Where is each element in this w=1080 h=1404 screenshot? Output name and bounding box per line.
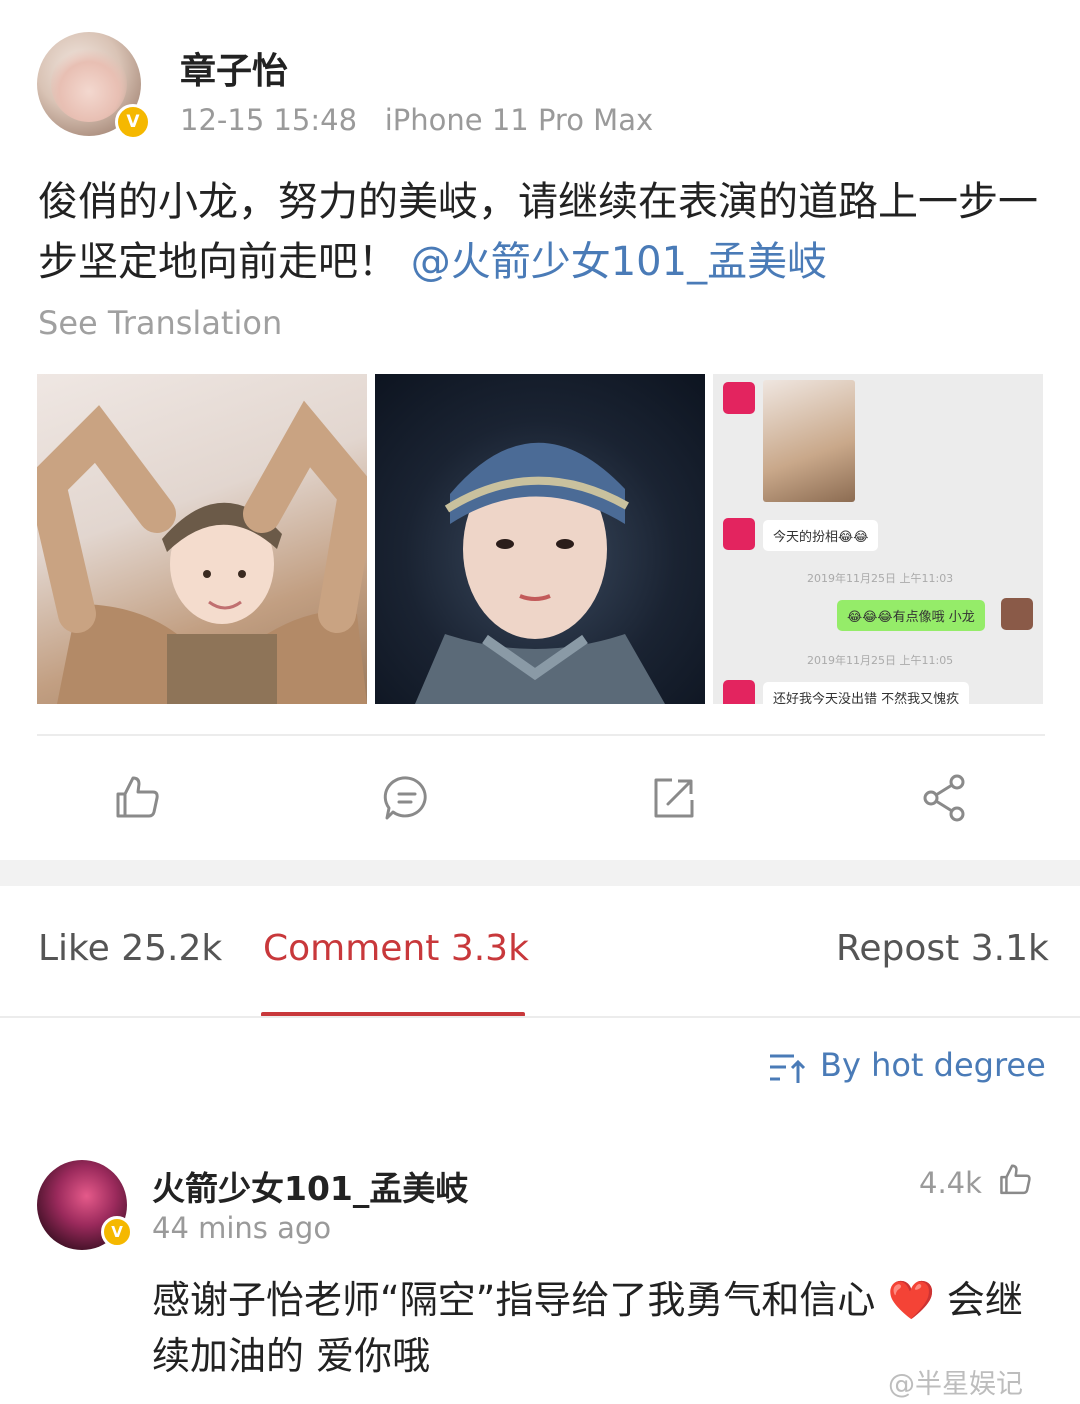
photo-illustration bbox=[415, 442, 665, 704]
watermark: @半星娱记 bbox=[888, 1369, 1023, 1400]
author-avatar[interactable]: V bbox=[37, 32, 151, 140]
comment-text-part: 感谢子怡老师“隔空”指导给了我勇气和信心 bbox=[152, 1278, 888, 1322]
photo-illustration bbox=[37, 400, 367, 704]
like-button[interactable] bbox=[109, 770, 165, 826]
avatar-image bbox=[51, 46, 127, 122]
tab-repost[interactable]: Repost 3.1k bbox=[836, 928, 1049, 969]
commenter-name[interactable]: 火箭少女101_孟美岐 bbox=[152, 1162, 468, 1210]
share-icon bbox=[923, 774, 965, 822]
comment-time: 44 mins ago bbox=[152, 1211, 332, 1245]
post-photo-1[interactable] bbox=[37, 374, 367, 704]
share-button[interactable] bbox=[917, 770, 973, 826]
comment-button[interactable] bbox=[379, 770, 435, 826]
repost-icon bbox=[654, 778, 694, 818]
verified-badge: V bbox=[101, 1216, 133, 1248]
post-photo-2[interactable] bbox=[375, 374, 705, 704]
thumbs-up-icon[interactable] bbox=[995, 1160, 1035, 1200]
author-name[interactable]: 章子怡 bbox=[180, 42, 288, 94]
post-timestamp: 12-15 15:48 bbox=[180, 103, 358, 137]
divider bbox=[37, 734, 1045, 736]
post-photo-3-chat[interactable]: 今天的扮相😂😂 2019年11月25日 上午11:03 😂😂😂有点像哦 小龙 2… bbox=[713, 374, 1043, 704]
chat-timestamp: 2019年11月25日 上午11:05 bbox=[807, 654, 954, 667]
chat-message: 还好我今天没出错 不然我又愧疚 bbox=[763, 682, 970, 704]
chat-image bbox=[763, 380, 855, 502]
sort-by-hot-degree[interactable]: By hot degree bbox=[820, 1046, 1046, 1084]
commenter-avatar[interactable]: V bbox=[37, 1160, 133, 1250]
post-meta: 12-15 15:48 iPhone 11 Pro Max bbox=[180, 103, 653, 137]
post-device: iPhone 11 Pro Max bbox=[384, 103, 654, 137]
heart-emoji: ❤️ bbox=[887, 1278, 935, 1322]
chat-timestamp: 2019年11月25日 上午11:03 bbox=[807, 572, 954, 585]
post-text: 俊俏的小龙，努力的美岐，请继续在表演的道路上一步一步坚定地向前走吧！ @火箭少女… bbox=[38, 172, 1048, 292]
chat-message: 😂😂😂有点像哦 小龙 bbox=[837, 600, 985, 631]
comment-like-count[interactable]: 4.4k bbox=[919, 1166, 982, 1200]
thumbs-up-icon bbox=[116, 776, 159, 818]
chat-avatar bbox=[723, 518, 755, 550]
chat-avatar bbox=[1001, 598, 1033, 630]
chat-avatar bbox=[723, 382, 755, 414]
sort-icon[interactable] bbox=[766, 1052, 808, 1086]
divider bbox=[0, 1016, 1080, 1018]
chat-avatar bbox=[723, 680, 755, 704]
repost-button[interactable] bbox=[646, 770, 702, 826]
mention-link[interactable]: @火箭少女101_孟美岐 bbox=[411, 239, 827, 285]
section-separator bbox=[0, 860, 1080, 886]
tab-comment[interactable]: Comment 3.3k bbox=[263, 928, 529, 969]
tab-like[interactable]: Like 25.2k bbox=[38, 928, 222, 969]
verified-badge: V bbox=[115, 104, 151, 140]
chat-message: 今天的扮相😂😂 bbox=[763, 520, 879, 551]
comment-icon bbox=[383, 776, 427, 820]
see-translation-link[interactable]: See Translation bbox=[38, 304, 282, 342]
